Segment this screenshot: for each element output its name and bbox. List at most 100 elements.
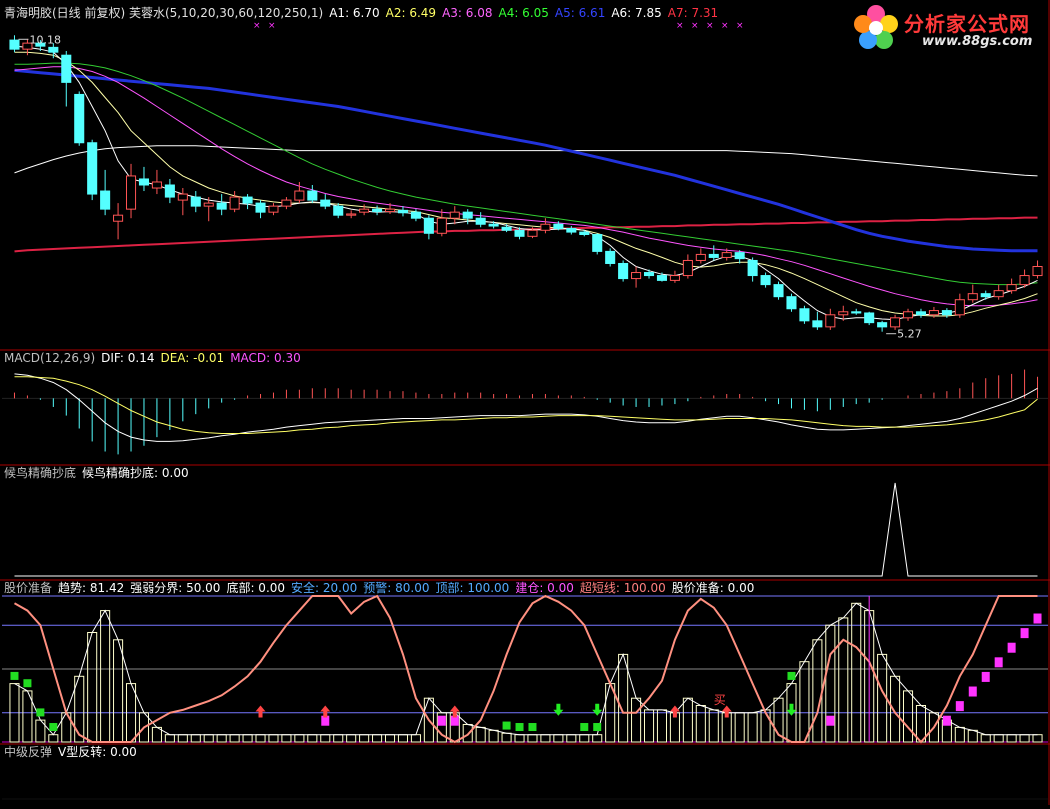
- indicator-value: A7: 7.31: [667, 6, 719, 20]
- indicator-value: A4: 6.05: [498, 6, 549, 20]
- price-prep-indicator-list: 趋势: 81.42 强弱分界: 50.00 底部: 0.00 安全: 20.00 预警:…: [58, 581, 760, 595]
- trend-bar: [268, 734, 279, 743]
- up-candle: [384, 208, 396, 213]
- down-candle: [618, 262, 629, 280]
- trend-bar: [553, 734, 564, 743]
- build-marker-magenta: [981, 671, 990, 682]
- rebound-panel-title: 中级反弹: [4, 745, 53, 759]
- macd-panel-title: MACD(12,26,9): [4, 351, 96, 365]
- trend-bar: [1032, 734, 1043, 743]
- trend-bar: [410, 734, 421, 743]
- up-candle: [527, 229, 538, 237]
- down-candle: [877, 322, 888, 328]
- trend-bar: [48, 734, 59, 743]
- down-candle: [410, 211, 421, 219]
- trend-bar: [980, 734, 991, 743]
- trend-bar: [656, 709, 668, 743]
- signal-cross-icon: ×: [253, 21, 261, 31]
- up-candle: [954, 299, 965, 316]
- down-candle: [708, 253, 719, 258]
- build-marker-green: [49, 723, 58, 732]
- down-candle: [786, 296, 797, 310]
- down-candle: [941, 310, 952, 316]
- down-candle: [307, 190, 318, 201]
- build-marker-magenta: [1033, 613, 1042, 624]
- up-candle: [203, 202, 214, 207]
- low-price-label: 5.27: [897, 328, 922, 341]
- trend-bar: [993, 734, 1004, 743]
- trend-bar: [100, 610, 111, 743]
- down-candle: [242, 196, 253, 204]
- trend-bar: [851, 602, 862, 743]
- trend-bar: [695, 705, 706, 743]
- up-candle: [449, 211, 460, 219]
- up-candle: [631, 272, 642, 280]
- up-candle: [838, 311, 849, 316]
- trend-bar: [87, 632, 98, 743]
- build-marker-green: [23, 679, 32, 688]
- trend-bar: [294, 734, 305, 743]
- trend-bar: [384, 734, 396, 743]
- up-candle: [125, 175, 137, 210]
- trend-bar: [579, 734, 590, 743]
- down-candle: [514, 229, 525, 237]
- up-candle: [902, 311, 914, 319]
- up-candle: [1032, 266, 1043, 277]
- indicator-value: DIF: 0.14: [101, 351, 155, 365]
- trend-bar: [501, 732, 512, 743]
- indicator-value: 趋势: 81.42: [58, 581, 125, 595]
- down-candle: [255, 202, 266, 213]
- down-candle: [734, 252, 745, 260]
- build-marker-green: [787, 671, 796, 680]
- signal-cross-icon: ×: [736, 21, 744, 31]
- build-marker-green: [515, 723, 524, 732]
- up-candle: [346, 213, 357, 216]
- indicator-value: 超短线: 100.00: [579, 581, 666, 595]
- bottom-pick-indicator-list: 候鸟精确抄底: 0.00: [82, 466, 195, 480]
- chart-canvas[interactable]: 10.18 5.27 买 × × × × × × ×: [0, 0, 1050, 805]
- build-marker-magenta: [955, 701, 964, 712]
- down-candle: [643, 272, 655, 277]
- ma5-line: [14, 45, 1038, 321]
- ma10-line: [14, 51, 1038, 317]
- indicator-value: 顶部: 100.00: [435, 581, 510, 595]
- dif-line: [14, 373, 1038, 442]
- indicator-value: 股价准备: 0.00: [671, 581, 755, 595]
- up-candle: [928, 310, 939, 316]
- trend-bar: [113, 639, 124, 743]
- trend-bar: [177, 734, 188, 743]
- down-candle: [9, 39, 20, 50]
- signal-cross-icon: ×: [721, 21, 729, 31]
- trend-bar: [1006, 734, 1017, 743]
- down-candle: [864, 312, 875, 324]
- trend-bar: [333, 734, 344, 743]
- up-arrow-icon: [255, 705, 266, 718]
- indicator-value: V型反转: 0.00: [58, 745, 137, 759]
- trend-bar: [1019, 734, 1030, 743]
- stock-chart-window: 10.18 5.27 买 × × × × × × × 青海明胶(日线 前复权) 芙蓉水(5,10,…: [0, 0, 1050, 805]
- build-marker-magenta: [1020, 628, 1029, 639]
- main-panel-header: 青海明胶(日线 前复权) 芙蓉水(5,10,20,30,60,120,250,1…: [4, 6, 730, 20]
- up-candle: [359, 208, 370, 213]
- trend-bar: [902, 690, 914, 743]
- trend-bar: [242, 734, 253, 743]
- trend-bar: [799, 661, 810, 743]
- trend-bar: [346, 734, 357, 743]
- down-candle: [190, 196, 201, 207]
- trend-bar: [514, 734, 525, 743]
- trend-bar: [838, 617, 849, 743]
- trend-bar: [643, 709, 655, 743]
- site-logo[interactable]: 分析家公式网 www.88gs.com: [848, 2, 1048, 54]
- macd-panel-header: MACD(12,26,9) DIF: 0.14 DEA: -0.01 MACD: 0.…: [4, 351, 313, 365]
- signal-cross-icon: ×: [676, 21, 684, 31]
- up-candle: [967, 293, 978, 301]
- logo-url: www.88gs.com: [922, 34, 1033, 49]
- down-candle: [773, 284, 784, 298]
- indicator-value: A6: 7.85: [611, 6, 662, 20]
- trend-bar: [954, 726, 965, 743]
- build-marker-magenta: [1007, 642, 1016, 653]
- trend-bar: [592, 734, 603, 743]
- up-candle: [268, 205, 279, 213]
- up-candle: [993, 290, 1004, 298]
- indicator-value: 建仓: 0.00: [515, 581, 574, 595]
